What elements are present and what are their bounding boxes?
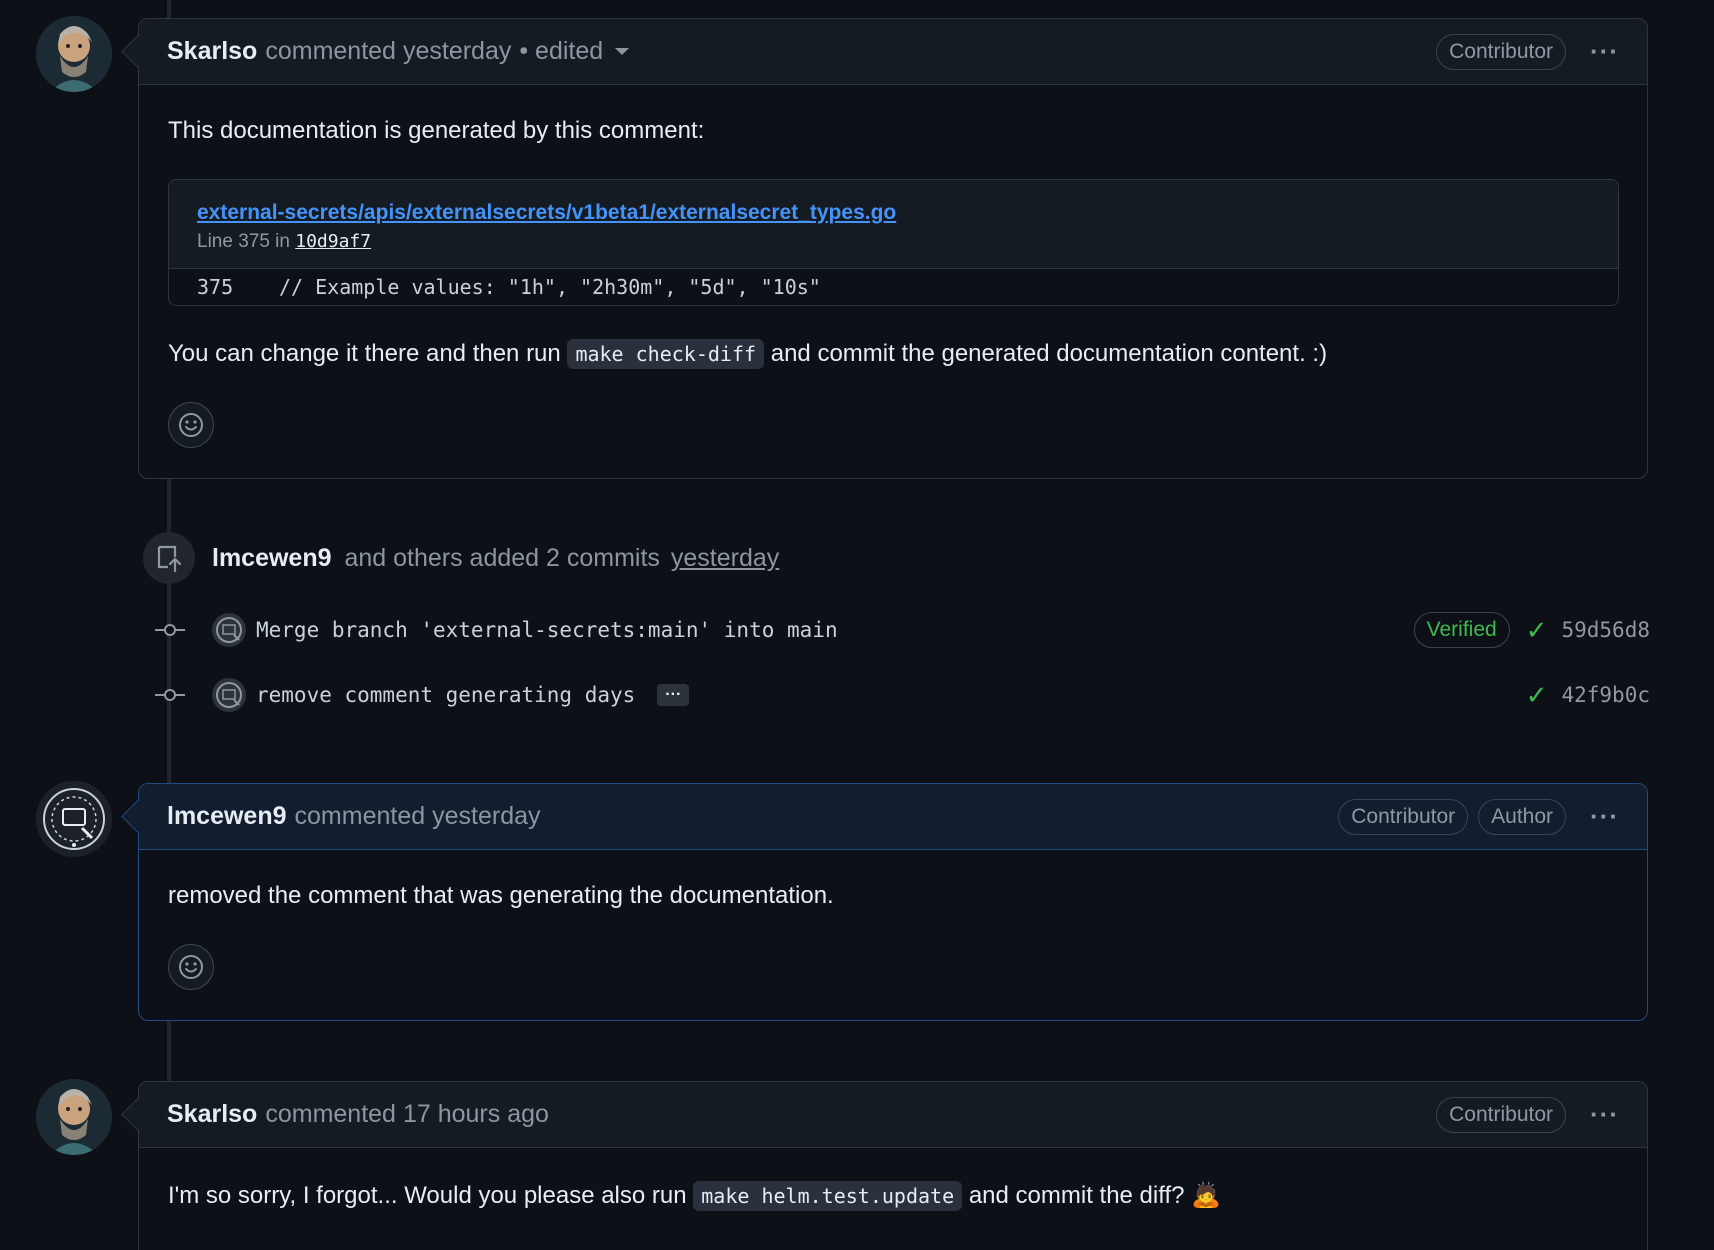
commit-message-link[interactable]: Merge branch 'external-secrets:main' int… bbox=[256, 618, 838, 642]
permalink-commit-link[interactable]: 10d9af7 bbox=[295, 231, 371, 252]
add-reaction-button[interactable] bbox=[168, 402, 214, 448]
comment-body: This documentation is generated by this … bbox=[139, 85, 1647, 478]
comment-time[interactable]: yesterday bbox=[432, 802, 540, 831]
push-event-summary: lmcewen9 and others added 2 commits yest… bbox=[212, 540, 779, 576]
commit-sha-link[interactable]: 59d56d8 bbox=[1561, 618, 1650, 642]
comment-skarlso-2: Skarlso commented 17 hours ago Contribut… bbox=[121, 1081, 1648, 1250]
smiley-icon bbox=[179, 955, 203, 979]
push-actor[interactable]: lmcewen9 bbox=[212, 544, 332, 572]
comment-caret bbox=[121, 800, 154, 833]
comment-menu-button[interactable]: ··· bbox=[1590, 1099, 1619, 1130]
commit-meta: Verified ✓ 59d56d8 bbox=[1413, 612, 1650, 648]
comment-lmcewen9: lmcewen9 commented yesterday Contributor… bbox=[121, 783, 1648, 1021]
comment-header: Skarlso commented yesterday • edited Con… bbox=[121, 19, 1647, 85]
comment-text: This documentation is generated by this … bbox=[168, 117, 705, 144]
comment-author[interactable]: lmcewen9 bbox=[167, 802, 287, 831]
permalink-line-prefix: Line 375 in bbox=[197, 231, 290, 252]
git-commit-icon bbox=[150, 687, 190, 703]
comment-caret bbox=[121, 35, 154, 68]
check-icon[interactable]: ✓ bbox=[1526, 680, 1548, 711]
inline-code: make check-diff bbox=[567, 339, 765, 369]
timeline: Skarlso commented yesterday • edited Con… bbox=[0, 0, 1714, 1250]
push-time[interactable]: yesterday bbox=[671, 544, 779, 572]
commit-sha-link[interactable]: 42f9b0c bbox=[1561, 683, 1650, 707]
avatar-lmcewen9[interactable] bbox=[36, 781, 112, 857]
commit-meta: ✓ 42f9b0c bbox=[1526, 680, 1650, 711]
comment-action: commented bbox=[294, 802, 426, 830]
expand-commit-button[interactable]: ··· bbox=[657, 684, 690, 706]
comment-header: lmcewen9 commented yesterday Contributor… bbox=[121, 784, 1647, 850]
comment-action: commented bbox=[265, 37, 396, 65]
contributor-label: Contributor bbox=[1436, 33, 1567, 70]
commit-author-avatar[interactable] bbox=[212, 678, 246, 712]
permalink-header: external-secrets/apis/externalsecrets/v1… bbox=[169, 180, 1618, 269]
commit-row: Merge branch 'external-secrets:main' int… bbox=[150, 610, 1650, 650]
avatar-skarlso[interactable] bbox=[36, 16, 112, 92]
commit-message-link[interactable]: remove comment generating days bbox=[256, 683, 635, 707]
contributor-label: Contributor bbox=[1436, 1096, 1567, 1133]
permalink-file-link[interactable]: external-secrets/apis/externalsecrets/v1… bbox=[197, 201, 896, 224]
contributor-label: Contributor bbox=[1338, 798, 1469, 835]
add-reaction-button[interactable] bbox=[168, 944, 214, 990]
repo-push-icon bbox=[143, 532, 195, 584]
comment-time[interactable]: 17 hours ago bbox=[403, 1100, 549, 1129]
text-segment: I'm so sorry, I forgot... Would you plea… bbox=[168, 1182, 687, 1209]
chevron-down-icon[interactable] bbox=[615, 48, 630, 55]
code-permalink: external-secrets/apis/externalsecrets/v1… bbox=[168, 179, 1619, 306]
smiley-icon bbox=[179, 413, 203, 437]
comment-author[interactable]: Skarlso bbox=[167, 37, 257, 66]
text-segment: and commit the diff? 🙇 bbox=[968, 1182, 1222, 1209]
line-number[interactable]: 375 bbox=[169, 269, 279, 305]
commit-author-avatar[interactable] bbox=[212, 613, 246, 647]
comment-header: Skarlso commented 17 hours ago Contribut… bbox=[121, 1082, 1647, 1148]
comment-time[interactable]: yesterday bbox=[403, 37, 511, 66]
comment-author[interactable]: Skarlso bbox=[167, 1100, 257, 1129]
text-segment: and commit the generated documentation c… bbox=[770, 340, 1328, 367]
push-text: and others added 2 commits bbox=[344, 544, 660, 572]
code-line: 375 // Example values: "1h", "2h30m", "5… bbox=[169, 269, 1618, 305]
edited-indicator[interactable]: • edited bbox=[519, 37, 603, 66]
comment-menu-button[interactable]: ··· bbox=[1590, 36, 1619, 67]
comment-skarlso-1: Skarlso commented yesterday • edited Con… bbox=[121, 18, 1648, 479]
inline-code: make helm.test.update bbox=[693, 1181, 963, 1211]
check-icon[interactable]: ✓ bbox=[1526, 615, 1548, 646]
verified-badge[interactable]: Verified bbox=[1413, 612, 1510, 648]
comment-body: removed the comment that was generating … bbox=[139, 850, 1647, 1020]
comment-body: I'm so sorry, I forgot... Would you plea… bbox=[139, 1148, 1647, 1244]
comment-caret bbox=[121, 1098, 154, 1131]
permalink-line-info: Line 375 in 10d9af7 bbox=[197, 230, 1590, 254]
author-label: Author bbox=[1478, 798, 1567, 835]
git-commit-icon bbox=[150, 622, 190, 638]
text-segment: You can change it there and then run bbox=[168, 340, 561, 367]
avatar-skarlso[interactable] bbox=[36, 1079, 112, 1155]
comment-text: removed the comment that was generating … bbox=[168, 882, 834, 909]
comment-menu-button[interactable]: ··· bbox=[1590, 801, 1619, 832]
code-content: // Example values: "1h", "2h30m", "5d", … bbox=[279, 275, 821, 299]
comment-action: commented bbox=[265, 1100, 396, 1128]
commit-row: remove comment generating days ··· ✓ 42f… bbox=[150, 675, 1650, 715]
comment-text: I'm so sorry, I forgot... Would you plea… bbox=[168, 1178, 1619, 1214]
comment-text: You can change it there and then run mak… bbox=[168, 336, 1619, 372]
